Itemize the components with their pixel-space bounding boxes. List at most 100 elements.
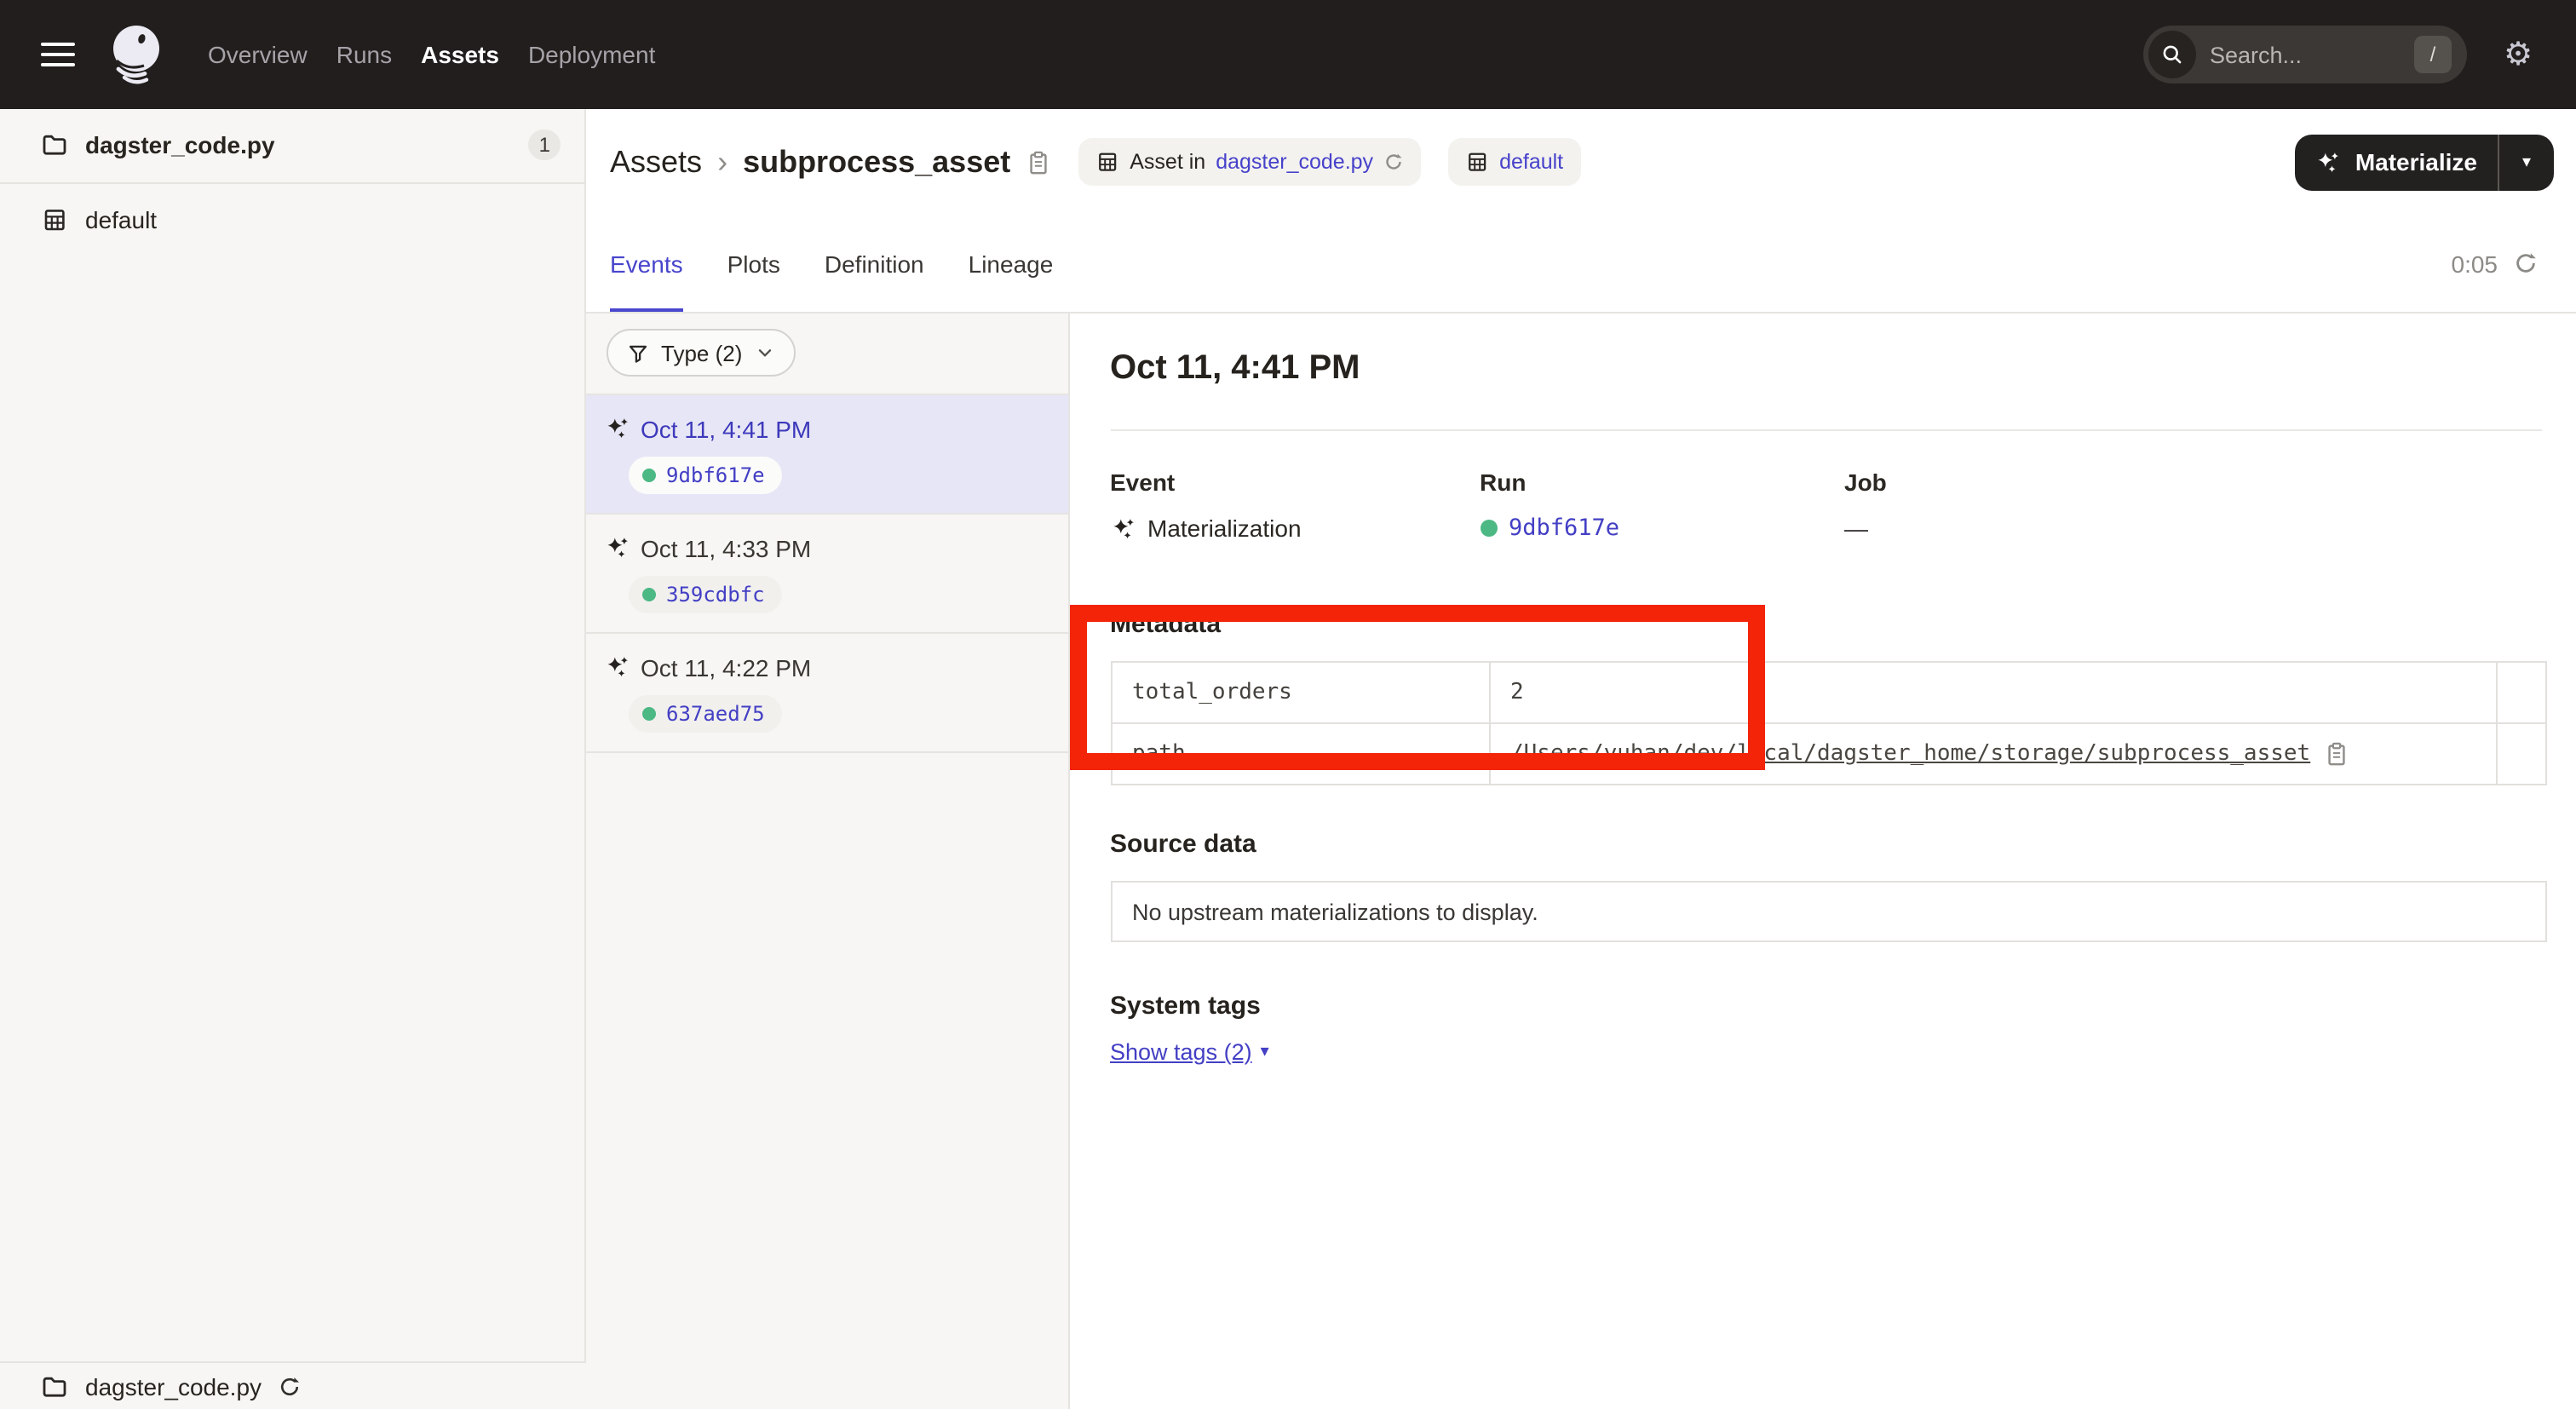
show-tags-toggle[interactable]: Show tags (2) ▾	[1110, 1039, 2545, 1065]
run-status-dot	[642, 468, 656, 481]
tab-definition[interactable]: Definition	[825, 215, 924, 312]
type-filter-button[interactable]: Type (2)	[607, 330, 795, 377]
dagster-logo-icon[interactable]	[102, 17, 170, 92]
run-status-dot	[642, 587, 656, 601]
nav-deployment[interactable]: Deployment	[528, 41, 655, 68]
source-data-empty-state: No upstream materializations to display.	[1110, 881, 2546, 942]
metadata-key: path	[1111, 723, 1489, 785]
nav-overview[interactable]: Overview	[208, 41, 308, 68]
copy-path-icon[interactable]	[2324, 741, 2349, 767]
run-status-dot	[642, 706, 656, 720]
reload-icon[interactable]	[277, 1374, 301, 1398]
caret-down-icon: ▾	[1261, 1043, 1269, 1061]
dagster-app-window: Overview Runs Assets Deployment / ⚙ dags…	[0, 0, 2576, 1409]
event-list-item[interactable]: Oct 11, 4:41 PM 9dbf617e	[586, 394, 1067, 514]
run-id-pill[interactable]: 9dbf617e	[629, 456, 782, 493]
job-value: —	[1844, 515, 1868, 542]
asset-group-chip[interactable]: default	[1448, 138, 1580, 186]
refresh-countdown: 0:05	[2452, 250, 2498, 277]
empty-state-text: No upstream materializations to display.	[1132, 899, 1538, 924]
show-tags-link[interactable]: Show tags (2)	[1110, 1039, 1252, 1065]
system-tags-heading: System tags	[1110, 992, 2545, 1021]
event-filter-row: Type (2)	[586, 313, 1067, 394]
event-timestamp: Oct 11, 4:22 PM	[641, 653, 811, 681]
hamburger-menu-icon[interactable]	[41, 43, 75, 66]
nav-runs[interactable]: Runs	[336, 41, 392, 68]
run-id: 9dbf617e	[666, 463, 765, 486]
asset-definition-chip[interactable]: Asset in dagster_code.py	[1078, 138, 1421, 186]
top-navigation-bar: Overview Runs Assets Deployment / ⚙	[0, 0, 2576, 109]
materialization-sparkle-icon	[605, 416, 630, 441]
table-spacer-cell	[2496, 662, 2545, 723]
table-row: path /Users/yuhan/dev/local/dagster_home…	[1111, 723, 2545, 785]
tab-lineage[interactable]: Lineage	[969, 215, 1054, 312]
search-shortcut-key: /	[2414, 36, 2452, 73]
event-list-item[interactable]: Oct 11, 4:22 PM 637aed75	[586, 633, 1067, 752]
settings-gear-icon[interactable]: ⚙	[2487, 38, 2549, 71]
sidebar-item-default-group[interactable]: default	[0, 183, 584, 257]
metadata-key: total_orders	[1111, 662, 1489, 723]
asset-groups-sidebar: dagster_code.py 1 default dagster_code.p…	[0, 109, 586, 1409]
run-column-label: Run	[1480, 469, 1844, 496]
materialize-button-label: Materialize	[2355, 148, 2477, 175]
source-data-heading: Source data	[1110, 830, 2545, 859]
run-id: 637aed75	[666, 701, 765, 725]
event-timestamp: Oct 11, 4:41 PM	[641, 415, 811, 442]
run-id-pill[interactable]: 637aed75	[629, 694, 782, 732]
page-title: subprocess_asset	[743, 144, 1010, 180]
search-box[interactable]: /	[2143, 26, 2467, 83]
run-id-link[interactable]: 9dbf617e	[1509, 515, 1619, 542]
chip-prefix: Asset in	[1130, 150, 1205, 174]
chevron-down-icon	[754, 343, 774, 364]
materialize-button[interactable]: Materialize ▾	[2296, 134, 2554, 190]
materialization-sparkle-icon	[605, 654, 630, 680]
event-detail-title: Oct 11, 4:41 PM	[1110, 349, 2545, 388]
primary-nav: Overview Runs Assets Deployment	[208, 41, 655, 68]
metadata-table: total_orders 2 path /Users/yuhan/dev/loc…	[1110, 661, 2546, 785]
run-status-dot	[1480, 520, 1497, 537]
event-list-item[interactable]: Oct 11, 4:33 PM 359cdbfc	[586, 514, 1067, 633]
nav-assets[interactable]: Assets	[421, 41, 499, 68]
run-id-pill[interactable]: 359cdbfc	[629, 575, 782, 612]
sidebar-item-label: dagster_code.py	[85, 132, 275, 159]
code-location-link[interactable]: dagster_code.py	[1216, 150, 1373, 174]
asset-count-badge: 1	[529, 130, 561, 161]
event-type-value: Materialization	[1147, 515, 1302, 542]
reload-icon[interactable]	[1383, 152, 1404, 172]
run-id: 359cdbfc	[666, 582, 765, 606]
search-icon	[2148, 31, 2196, 78]
asset-tabs-bar: Events Plots Definition Lineage 0:05	[586, 215, 2576, 313]
folder-icon	[41, 132, 68, 159]
sidebar-item-label: default	[85, 207, 157, 234]
sidebar-item-dagster-code[interactable]: dagster_code.py 1	[0, 109, 584, 183]
folder-icon	[41, 1372, 68, 1400]
search-input[interactable]	[2210, 42, 2380, 67]
job-column-label: Job	[1844, 469, 2303, 496]
tab-events[interactable]: Events	[610, 215, 683, 312]
storage-path-link[interactable]: /Users/yuhan/dev/local/dagster_home/stor…	[1510, 741, 2310, 767]
metadata-value: 2	[1489, 662, 2496, 723]
divider	[1110, 429, 2541, 431]
asset-page-header: Assets › subprocess_asset Asset in dagst…	[586, 109, 2576, 215]
metadata-heading: Metadata	[1110, 610, 2545, 639]
sparkle-icon	[2316, 149, 2342, 175]
repo-grid-icon	[1465, 150, 1489, 174]
refresh-icon[interactable]	[2513, 250, 2539, 276]
tab-plots[interactable]: Plots	[727, 215, 780, 312]
materialization-sparkle-icon	[1110, 515, 1136, 541]
breadcrumb-assets-link[interactable]: Assets	[610, 144, 702, 180]
materialization-sparkle-icon	[605, 535, 630, 561]
group-link[interactable]: default	[1499, 150, 1563, 174]
copy-asset-name-icon[interactable]	[1026, 149, 1051, 175]
sidebar-footer-code-location[interactable]: dagster_code.py	[0, 1361, 586, 1409]
breadcrumb: Assets › subprocess_asset	[610, 144, 1051, 180]
breadcrumb-separator: ›	[717, 144, 727, 180]
event-list-panel: Type (2) Oct 11, 4:41 PM 9dbf617e Oct 11…	[586, 313, 1069, 1409]
repo-grid-icon	[41, 207, 68, 234]
event-detail-panel: Oct 11, 4:41 PM Event Materialization Ru…	[1069, 313, 2576, 1409]
materialize-dropdown-caret[interactable]: ▾	[2499, 152, 2554, 171]
table-row: total_orders 2	[1111, 662, 2545, 723]
type-filter-label: Type (2)	[661, 341, 742, 366]
filter-funnel-icon	[627, 342, 649, 365]
event-column-label: Event	[1110, 469, 1480, 496]
